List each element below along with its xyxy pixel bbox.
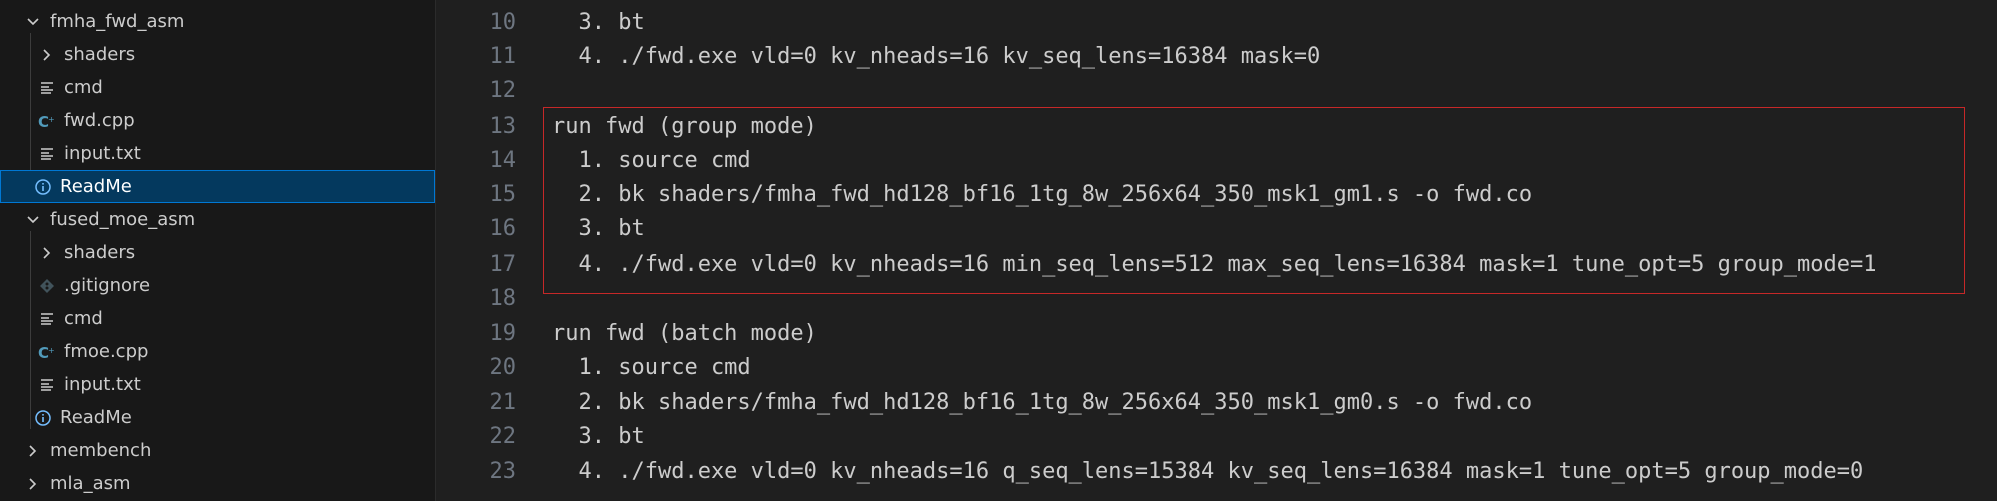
chevron-right-icon (38, 244, 56, 262)
line-text[interactable]: 2. bk shaders/fmha_fwd_hd128_bf16_1tg_8w… (552, 390, 1532, 415)
line-number: 10 (489, 10, 517, 35)
code-line[interactable]: 19 run fwd (batch mode) (436, 317, 1997, 350)
info-icon (34, 178, 52, 196)
tree-item-label: fwd.cpp (64, 110, 135, 131)
tree-folder-membench[interactable]: membench (0, 434, 435, 467)
line-number: 14 (489, 148, 517, 173)
tree-folder-fused-moe-asm[interactable]: fused_moe_asm (0, 203, 435, 236)
tree-item-label: cmd (64, 77, 103, 98)
code-line[interactable]: 21 2. bk shaders/fmha_fwd_hd128_bf16_1tg… (436, 386, 1997, 419)
code-line[interactable]: 12 (436, 74, 1997, 107)
line-number: 17 (489, 252, 517, 277)
tree-file-fmoe-cpp[interactable]: C + fmoe.cpp (0, 335, 435, 368)
text-lines-icon (38, 310, 56, 328)
scrollbar-track[interactable] (1983, 0, 1997, 501)
line-text[interactable]: 1. source cmd (552, 355, 750, 380)
tree-item-label: ReadMe (60, 176, 132, 197)
text-lines-icon (38, 376, 56, 394)
tree-file-cmd[interactable]: cmd (0, 302, 435, 335)
line-number: 12 (489, 78, 517, 103)
tree-item-label: input.txt (64, 374, 141, 395)
git-icon (38, 277, 56, 295)
cpp-file-icon: C + (38, 343, 56, 361)
line-text[interactable]: 1. source cmd (552, 148, 750, 173)
chevron-down-icon (24, 13, 42, 31)
line-text[interactable]: 3. bt (552, 424, 644, 449)
tree-item-label: membench (50, 440, 152, 461)
line-number: 18 (489, 286, 517, 311)
info-icon (34, 409, 52, 427)
tree-file-input-txt[interactable]: input.txt (0, 368, 435, 401)
tree-file-fwd-cpp[interactable]: C + fwd.cpp (0, 104, 435, 137)
line-text[interactable]: 3. bt (552, 10, 644, 35)
line-text[interactable]: run fwd (batch mode) (552, 321, 817, 346)
code-line[interactable]: 18 (436, 282, 1997, 315)
code-line[interactable]: 11 4. ./fwd.exe vld=0 kv_nheads=16 kv_se… (436, 40, 1997, 73)
code-line[interactable]: 10 3. bt (436, 6, 1997, 39)
tree-file-readme-selected[interactable]: ReadMe (0, 170, 435, 203)
code-line[interactable]: 20 1. source cmd (436, 351, 1997, 384)
line-text[interactable]: 3. bt (552, 216, 644, 241)
line-number: 22 (489, 424, 517, 449)
tree-item-label: cmd (64, 308, 103, 329)
code-line[interactable]: 17 4. ./fwd.exe vld=0 kv_nheads=16 min_s… (436, 248, 1997, 281)
explorer-sidebar: fmha_fwd_asm shaders cmd C + fwd.cpp inpu… (0, 0, 436, 501)
chevron-right-icon (38, 46, 56, 64)
line-number: 15 (489, 182, 517, 207)
tree-item-label: fmha_fwd_asm (50, 11, 185, 32)
line-number: 13 (489, 114, 517, 139)
tree-folder-fmha-fwd-asm[interactable]: fmha_fwd_asm (0, 5, 435, 38)
line-text[interactable]: run fwd (group mode) (552, 114, 817, 139)
cpp-file-icon: C + (38, 112, 56, 130)
line-text[interactable]: 4. ./fwd.exe vld=0 kv_nheads=16 min_seq_… (552, 252, 1876, 277)
line-number: 23 (489, 459, 517, 484)
line-text[interactable]: 2. bk shaders/fmha_fwd_hd128_bf16_1tg_8w… (552, 182, 1532, 207)
tree-item-label: input.txt (64, 143, 141, 164)
text-lines-icon (38, 145, 56, 163)
svg-text:+: + (48, 115, 55, 124)
tree-item-label: shaders (64, 44, 136, 65)
tree-folder-mla-asm[interactable]: mla_asm (0, 467, 435, 500)
tree-folder-shaders[interactable]: shaders (0, 38, 435, 71)
code-line[interactable]: 15 2. bk shaders/fmha_fwd_hd128_bf16_1tg… (436, 178, 1997, 211)
tree-file-readme[interactable]: ReadMe (0, 401, 435, 434)
tree-item-label: fmoe.cpp (64, 341, 149, 362)
tree-folder-shaders[interactable]: shaders (0, 236, 435, 269)
tree-item-label: fused_moe_asm (50, 209, 196, 230)
line-number: 16 (489, 216, 517, 241)
line-number: 11 (489, 44, 517, 69)
tree-item-label: shaders (64, 242, 136, 263)
line-text[interactable]: 4. ./fwd.exe vld=0 kv_nheads=16 kv_seq_l… (552, 44, 1320, 69)
tree-file-input-txt[interactable]: input.txt (0, 137, 435, 170)
code-line[interactable]: 14 1. source cmd (436, 144, 1997, 177)
code-line[interactable]: 16 3. bt (436, 212, 1997, 245)
code-line[interactable]: 22 3. bt (436, 420, 1997, 453)
line-text[interactable]: 4. ./fwd.exe vld=0 kv_nheads=16 q_seq_le… (552, 459, 1863, 484)
code-editor[interactable]: 10 3. bt 11 4. ./fwd.exe vld=0 kv_nheads… (436, 0, 1997, 501)
tree-item-label: ReadMe (60, 407, 132, 428)
line-number: 20 (489, 355, 517, 380)
svg-text:+: + (48, 346, 55, 355)
chevron-right-icon (24, 475, 42, 493)
chevron-right-icon (24, 442, 42, 460)
tree-file-cmd[interactable]: cmd (0, 71, 435, 104)
chevron-down-icon (24, 211, 42, 229)
tree-item-label: .gitignore (64, 275, 151, 296)
text-lines-icon (38, 79, 56, 97)
line-number: 19 (489, 321, 517, 346)
tree-item-label: mla_asm (50, 473, 131, 494)
code-line[interactable]: 13 run fwd (group mode) (436, 110, 1997, 143)
line-number: 21 (489, 390, 517, 415)
code-line[interactable]: 23 4. ./fwd.exe vld=0 kv_nheads=16 q_seq… (436, 455, 1997, 488)
tree-file-gitignore[interactable]: .gitignore (0, 269, 435, 302)
